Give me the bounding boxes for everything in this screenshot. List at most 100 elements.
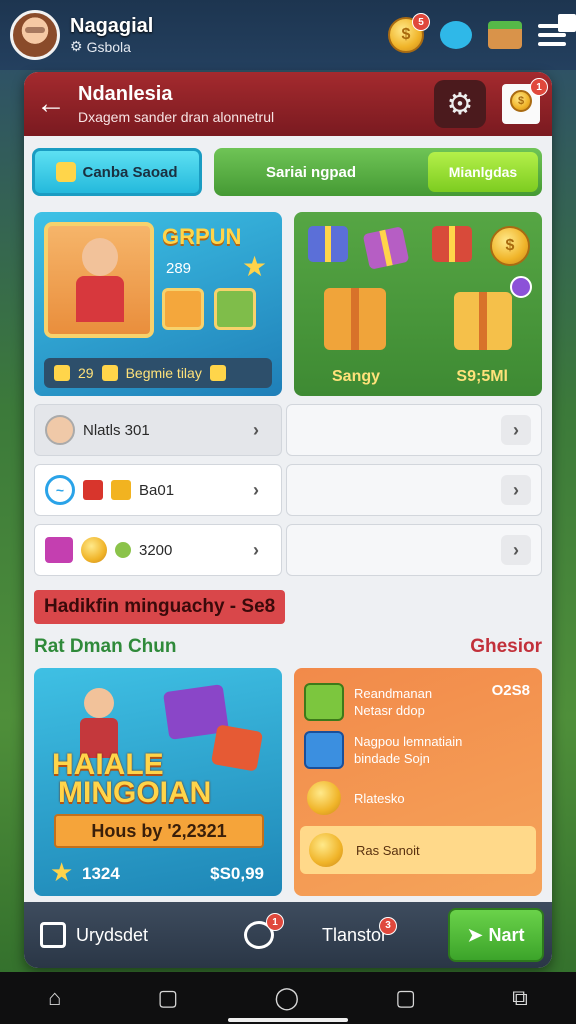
tab-secondary-button[interactable]: Mianlgdas bbox=[428, 152, 538, 192]
gear-icon: ⚙ bbox=[446, 87, 474, 121]
offer-line1: Reandmanan bbox=[354, 686, 433, 701]
tab-secondary-label: Sariai ngpad bbox=[266, 163, 357, 181]
circle-icon[interactable]: ◯ bbox=[274, 985, 299, 1011]
promo-title-line2: MINGOIAN bbox=[58, 776, 212, 809]
top-bar: Nagagial ⚙ Gsbola 5 4 bbox=[0, 0, 576, 70]
square-icon[interactable]: ▢ bbox=[158, 985, 179, 1011]
list-item[interactable]: 3200 › bbox=[34, 524, 282, 576]
coin-icon bbox=[490, 226, 530, 266]
back-arrow-icon[interactable]: ← bbox=[36, 87, 72, 121]
group-card-bar: 29 Begmie tilay bbox=[44, 358, 272, 388]
section-link[interactable]: Ghesior bbox=[470, 636, 542, 658]
list-item-secondary[interactable]: › bbox=[286, 404, 542, 456]
group-card-number: 289 bbox=[166, 260, 192, 277]
list-item-secondary[interactable]: › bbox=[286, 464, 542, 516]
gift-box-large-icon bbox=[324, 288, 386, 350]
offer-device-icon bbox=[304, 731, 344, 769]
section-header: Rat Dman Chun Ghesior bbox=[24, 624, 552, 664]
spin-icon bbox=[510, 276, 532, 298]
offer-item[interactable]: Rlatesko bbox=[304, 774, 532, 822]
promo-price: $S0,99 bbox=[210, 864, 264, 883]
chevron-right-icon: › bbox=[253, 419, 259, 440]
section-title: Rat Dman Chun bbox=[34, 636, 177, 657]
offer-item[interactable]: Nagpou lemnatiain bindade Sojn bbox=[304, 726, 532, 774]
chevron-right-icon: › bbox=[501, 535, 531, 565]
feature-cards: GRPUN 289 ★ 29 Begmie tilay Sangy S9;5Ml bbox=[24, 204, 552, 396]
gift-purple-icon bbox=[362, 226, 410, 270]
profile-name: Nagagial bbox=[70, 15, 154, 37]
gift-box-icon bbox=[210, 724, 264, 772]
banner-wrap: Hadikfin minguachy - Se8 bbox=[24, 576, 552, 624]
document-button[interactable]: 1 bbox=[502, 78, 548, 124]
document-badge: 1 bbox=[530, 78, 548, 96]
gift-blue-icon bbox=[308, 226, 348, 262]
list-item[interactable]: ~ Ba01 › bbox=[34, 464, 282, 516]
list-item-secondary[interactable]: › bbox=[286, 524, 542, 576]
star-icon: ★ bbox=[50, 857, 74, 887]
gift-icon[interactable] bbox=[488, 21, 522, 49]
panel-header: ← Ndanlesia Dxagem sander dran alonnetru… bbox=[24, 72, 552, 136]
offer-item-highlight[interactable]: Ras Sanoit bbox=[300, 826, 536, 874]
coin-stack-icon bbox=[56, 162, 77, 182]
bottom-action-bar: Urydsdet 1 Tlanstor 3 ➤ Nart bbox=[24, 902, 552, 968]
bottom-item-2-label: Tlanstor bbox=[322, 924, 388, 945]
tab-secondary[interactable]: Sariai ngpad Mianlgdas bbox=[214, 148, 542, 196]
main-panel: ← Ndanlesia Dxagem sander dran alonnetru… bbox=[24, 72, 552, 968]
send-arrow-icon: ➤ bbox=[467, 924, 483, 945]
avatar[interactable] bbox=[10, 10, 60, 60]
group-card-bar-text: Begmie tilay bbox=[125, 365, 202, 381]
square-icon[interactable]: ▢ bbox=[395, 985, 416, 1011]
coin-pack-icon bbox=[214, 288, 256, 330]
profile-info: Nagagial ⚙ Gsbola bbox=[70, 15, 153, 55]
star-icon: ★ bbox=[242, 251, 268, 282]
messenger-icon: ~ bbox=[45, 475, 75, 505]
chat-icon[interactable] bbox=[440, 21, 472, 49]
coin-bag-icon bbox=[111, 480, 131, 500]
inventory-icon bbox=[40, 922, 66, 948]
home-indicator[interactable] bbox=[228, 1018, 348, 1022]
event-banner[interactable]: Hadikfin minguachy - Se8 bbox=[34, 590, 286, 624]
offer-line2: Netasr ddop bbox=[354, 703, 425, 718]
go-button[interactable]: ➤ Nart bbox=[448, 908, 544, 962]
coin-icon bbox=[101, 365, 118, 381]
recent-icon[interactable]: ⧉ bbox=[512, 985, 528, 1011]
home-icon[interactable]: ⌂ bbox=[48, 985, 61, 1011]
list-row: Nlatls 301 › › bbox=[34, 404, 542, 456]
offer-pack-icon bbox=[304, 683, 344, 721]
coin-icon bbox=[510, 90, 532, 112]
gift-shop-card[interactable]: Sangy S9;5Ml bbox=[294, 212, 542, 396]
list-row: 3200 › › bbox=[34, 524, 542, 576]
settings-button[interactable]: ⚙ bbox=[434, 80, 486, 128]
promo-grid: HAIALE MINGOIAN Hous by '2,2321 ★ 1324 $… bbox=[24, 664, 552, 900]
offer-line1: Rlatesko bbox=[354, 790, 405, 806]
promo-card[interactable]: HAIALE MINGOIAN Hous by '2,2321 ★ 1324 $… bbox=[34, 668, 282, 896]
group-card-title: GRPUN bbox=[162, 224, 242, 249]
list-item-label: 3200 bbox=[139, 541, 173, 559]
gem-icon bbox=[115, 542, 131, 558]
promo-ribbon: Hous by '2,2321 bbox=[54, 814, 264, 848]
menu-icon[interactable]: 4 bbox=[538, 14, 576, 46]
group-card-bar-value: 29 bbox=[78, 365, 94, 381]
offer-text: Reandmanan Netasr ddop bbox=[354, 685, 432, 719]
bottom-item-2[interactable]: Tlanstor 3 bbox=[322, 916, 398, 946]
coin-icon bbox=[309, 833, 343, 867]
gift-shop-label-left: Sangy bbox=[332, 368, 381, 385]
tab-bar: Canba Saoad Sariai ngpad Mianlgdas bbox=[24, 136, 552, 204]
promo-count: 1324 bbox=[82, 864, 120, 883]
group-card[interactable]: GRPUN 289 ★ 29 Begmie tilay bbox=[34, 212, 282, 396]
chat-button[interactable]: 1 bbox=[244, 913, 285, 949]
bottom-item-1[interactable]: Urydsdet bbox=[40, 922, 148, 948]
list-item[interactable]: Nlatls 301 › bbox=[34, 404, 282, 456]
gift-icon bbox=[45, 537, 73, 563]
coin-badge: 5 bbox=[412, 13, 430, 31]
profile-subtitle-text: Gsbola bbox=[86, 38, 131, 55]
tab-primary[interactable]: Canba Saoad bbox=[32, 148, 202, 196]
friend-avatar-icon bbox=[45, 415, 75, 445]
panel-title: Ndanlesia bbox=[78, 83, 173, 105]
coin-icon bbox=[307, 781, 341, 815]
settings-small-icon: ⚙ bbox=[70, 38, 83, 54]
coin-icon[interactable]: 5 bbox=[388, 13, 430, 53]
offer-line1: Ras Sanoit bbox=[356, 842, 420, 858]
go-button-label: Nart bbox=[488, 924, 525, 945]
gift-box-large-icon bbox=[454, 292, 512, 350]
